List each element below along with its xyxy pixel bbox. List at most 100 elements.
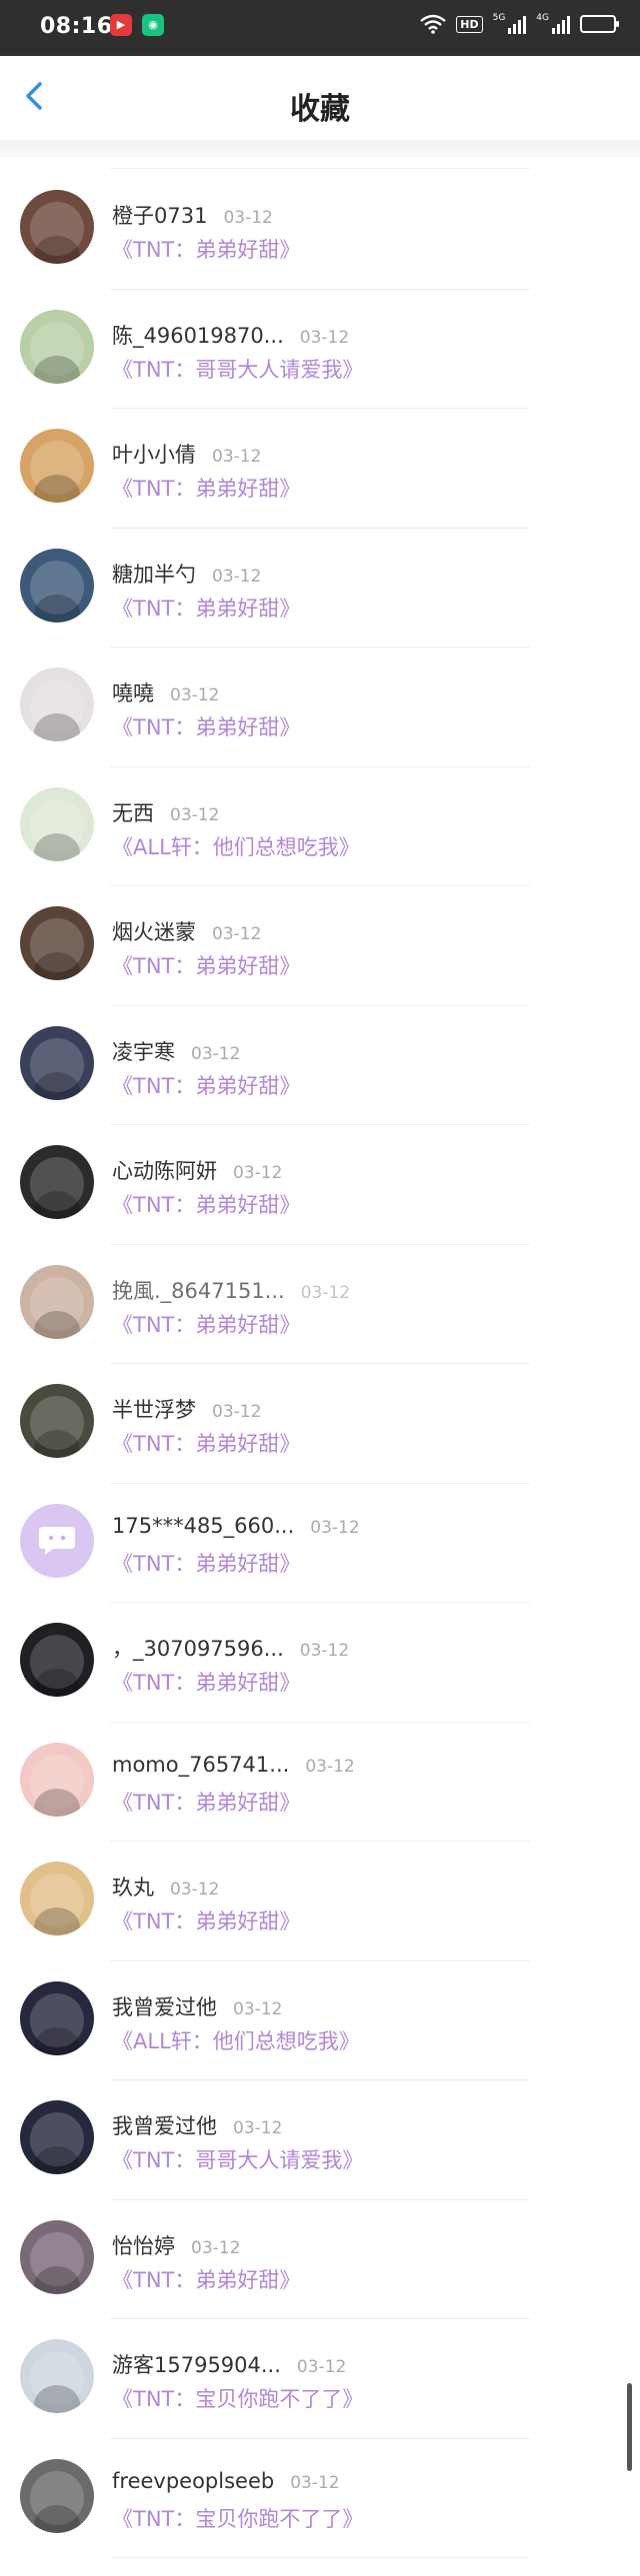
avatar[interactable]: [20, 1264, 94, 1339]
user-name[interactable]: 烟火迷蒙: [112, 920, 196, 944]
item-header: 陈_496019870... 03-12: [112, 320, 349, 348]
list-item[interactable]: 烟火迷蒙 03-12 《TNT：弟弟好甜》: [0, 886, 640, 1006]
user-name[interactable]: 玖丸: [112, 1876, 154, 1900]
user-name[interactable]: 橙子0731: [112, 204, 207, 228]
book-title-link[interactable]: 《TNT：弟弟好甜》: [112, 1906, 300, 1935]
item-header: 烟火迷蒙 03-12: [112, 916, 261, 944]
list-item[interactable]: 无西 03-12 《ALL轩：他们总想吃我》: [0, 767, 640, 886]
scrollbar[interactable]: [627, 2383, 632, 2471]
item-date: 03-12: [212, 447, 262, 467]
avatar[interactable]: [20, 429, 94, 503]
avatar[interactable]: [20, 1025, 94, 1100]
avatar[interactable]: [20, 1145, 94, 1219]
book-title-link[interactable]: 《TNT：弟弟好甜》: [112, 234, 300, 264]
user-name[interactable]: 嘵嘵: [112, 681, 154, 705]
list-item[interactable]: 挽風._8647151... 03-12 《TNT：弟弟好甜》: [0, 1245, 640, 1364]
avatar[interactable]: [20, 2219, 94, 2294]
item-header: 挽風._8647151... 03-12: [112, 1275, 351, 1303]
user-name[interactable]: ，_307097596...: [112, 1637, 284, 1661]
avatar[interactable]: [20, 2458, 94, 2533]
avatar[interactable]: [20, 667, 94, 741]
book-title-link[interactable]: 《TNT：弟弟好甜》: [112, 1428, 300, 1458]
avatar[interactable]: [20, 786, 94, 861]
book-title-link[interactable]: 《TNT：宝贝你跑不了了》: [112, 2383, 363, 2413]
list-item[interactable]: 玖丸 03-12 《TNT：弟弟好甜》: [0, 1842, 640, 1961]
book-title-link[interactable]: 《TNT：弟弟好甜》: [112, 1070, 300, 1100]
list-item[interactable]: 嘵嘵 03-12 《TNT：弟弟好甜》: [0, 647, 640, 767]
user-name[interactable]: 糖加半勺: [112, 563, 196, 587]
item-header: 我曾爱过他 03-12: [112, 1991, 282, 2019]
user-name[interactable]: 叶小小倩: [112, 443, 196, 467]
avatar[interactable]: [20, 1862, 94, 1935]
avatar[interactable]: [20, 1384, 94, 1458]
list-item[interactable]: 糖加半勺 03-12 《TNT：弟弟好甜》: [0, 529, 640, 647]
list-item[interactable]: 游客15795904... 03-12 《TNT：宝贝你跑不了了》: [0, 2319, 640, 2439]
book-title-link[interactable]: 《TNT：弟弟好甜》: [112, 1189, 300, 1219]
book-title-link[interactable]: 《TNT：弟弟好甜》: [112, 950, 300, 980]
user-name[interactable]: freevpeoplseeb: [112, 2469, 274, 2493]
user-name[interactable]: 175***485_660...: [112, 1514, 294, 1538]
list-item[interactable]: 叶小小倩 03-12 《TNT：弟弟好甜》: [0, 409, 640, 529]
list-item[interactable]: 陈_496019870... 03-12 《TNT：哥哥大人请爱我》: [0, 290, 640, 409]
user-name[interactable]: 凌宇寒: [112, 1040, 175, 1064]
avatar[interactable]: [20, 1742, 94, 1817]
avatar[interactable]: [20, 190, 94, 264]
item-date: 03-12: [233, 1163, 283, 1183]
book-title-link[interactable]: 《TNT：弟弟好甜》: [112, 1548, 300, 1578]
status-time: 08:16: [40, 14, 113, 39]
user-name[interactable]: 心动陈阿妍: [112, 1159, 217, 1183]
list-item[interactable]: momo_765741... 03-12 《TNT：弟弟好甜》: [0, 1723, 640, 1842]
book-title-link[interactable]: 《TNT：弟弟好甜》: [112, 593, 300, 623]
avatar[interactable]: [20, 1623, 94, 1697]
item-header: freevpeoplseeb 03-12: [112, 2469, 340, 2495]
item-header: 怡怡婷 03-12: [112, 2230, 240, 2258]
book-title-link[interactable]: 《TNT：弟弟好甜》: [112, 1787, 300, 1817]
list-item[interactable]: ，_307097596... 03-12 《TNT：弟弟好甜》: [0, 1603, 640, 1723]
book-title-link[interactable]: 《TNT：弟弟好甜》: [112, 711, 300, 741]
user-name[interactable]: 无西: [112, 801, 154, 825]
avatar[interactable]: [20, 1503, 94, 1578]
hd-badge: HD: [456, 15, 483, 33]
avatar[interactable]: [20, 2339, 94, 2413]
user-name[interactable]: momo_765741...: [112, 1753, 289, 1777]
list-item[interactable]: 175***485_660... 03-12 《TNT：弟弟好甜》: [0, 1484, 640, 1603]
user-name[interactable]: 我曾爱过他: [112, 2114, 217, 2138]
list-item[interactable]: 半世浮梦 03-12 《TNT：弟弟好甜》: [0, 1364, 640, 1484]
avatar[interactable]: [20, 906, 94, 980]
user-name[interactable]: 怡怡婷: [112, 2234, 175, 2258]
avatar[interactable]: [20, 548, 94, 623]
avatar[interactable]: [20, 1980, 94, 2055]
list-item[interactable]: 心动陈阿妍 03-12 《TNT：弟弟好甜》: [0, 1125, 640, 1245]
list-item[interactable]: 橙子0731 03-12 《TNT：弟弟好甜》: [0, 170, 640, 290]
item-header: 糖加半勺 03-12: [112, 559, 261, 587]
book-title-link[interactable]: 《TNT：哥哥大人请爱我》: [112, 2144, 363, 2174]
item-date: 03-12: [191, 1043, 241, 1064]
item-header: 半世浮梦 03-12: [112, 1394, 261, 1422]
avatar[interactable]: [20, 309, 94, 384]
book-title-link[interactable]: 《TNT：宝贝你跑不了了》: [112, 2503, 363, 2533]
user-name[interactable]: 陈_496019870...: [112, 324, 284, 348]
list-item[interactable]: freevpeoplseeb 03-12 《TNT：宝贝你跑不了了》: [0, 2439, 640, 2558]
item-date: 03-12: [223, 208, 273, 228]
signal-5g-label: 5G: [492, 13, 506, 23]
avatar[interactable]: [20, 2100, 94, 2174]
list-item[interactable]: 我曾爱过他 03-12 《TNT：哥哥大人请爱我》: [0, 2080, 640, 2200]
user-name[interactable]: 挽風._8647151...: [112, 1279, 285, 1303]
item-date: 03-12: [300, 1282, 351, 1303]
item-header: 橙子0731 03-12: [112, 200, 273, 228]
list-item[interactable]: 凌宇寒 03-12 《TNT：弟弟好甜》: [0, 1006, 640, 1125]
book-title-link[interactable]: 《ALL轩：他们总想吃我》: [112, 831, 360, 861]
book-title-link[interactable]: 《ALL轩：他们总想吃我》: [112, 2025, 360, 2055]
book-title-link[interactable]: 《TNT：弟弟好甜》: [112, 1309, 300, 1339]
book-title-link[interactable]: 《TNT：弟弟好甜》: [112, 2264, 300, 2294]
item-header: ，_307097596... 03-12: [112, 1633, 349, 1661]
list-item[interactable]: 我曾爱过他 03-12 《ALL轩：他们总想吃我》: [0, 1961, 640, 2080]
book-title-link[interactable]: 《TNT：弟弟好甜》: [112, 1667, 300, 1697]
book-title-link[interactable]: 《TNT：哥哥大人请爱我》: [112, 354, 363, 384]
book-title-link[interactable]: 《TNT：弟弟好甜》: [112, 473, 300, 503]
list-item[interactable]: 怡怡婷 03-12 《TNT：弟弟好甜》: [0, 2200, 640, 2319]
user-name[interactable]: 游客15795904...: [112, 2353, 281, 2377]
page-title: 收藏: [290, 92, 350, 127]
user-name[interactable]: 半世浮梦: [112, 1398, 196, 1422]
user-name[interactable]: 我曾爱过他: [112, 1995, 217, 2019]
